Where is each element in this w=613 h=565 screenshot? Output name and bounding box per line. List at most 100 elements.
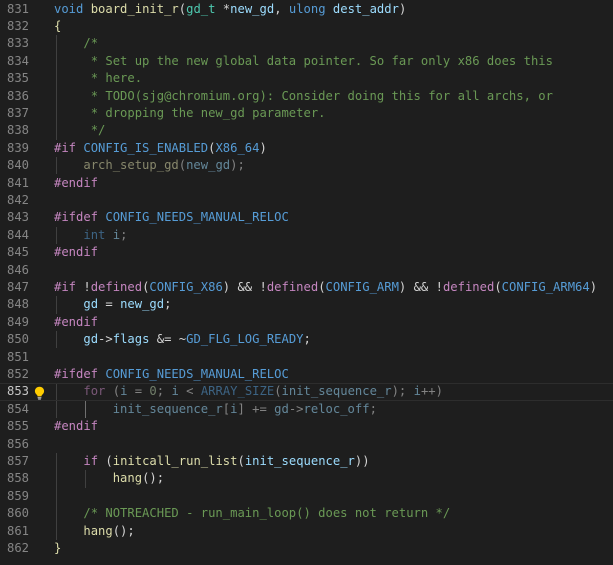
code-token: new_gd <box>230 1 275 16</box>
line-number: 848 <box>6 297 29 312</box>
code-line[interactable]: 833 /* <box>0 35 613 52</box>
code-line[interactable]: 832 { <box>0 18 613 35</box>
code-line[interactable]: 845 #endif <box>0 244 613 261</box>
code-token: ; <box>164 297 172 312</box>
code-text: #endif <box>54 314 98 331</box>
code-line[interactable]: 837 * dropping the new_gd parameter. <box>0 105 613 122</box>
code-token: ) <box>259 140 267 155</box>
code-token: init_sequence_r <box>281 384 392 399</box>
code-line[interactable]: 862} <box>0 540 613 557</box>
code-token: ++) <box>420 384 443 399</box>
code-token: ( <box>237 453 245 468</box>
line-number: 853 <box>6 384 29 399</box>
code-token: ) <box>589 279 598 294</box>
code-token: = <box>127 384 150 399</box>
code-token: ; <box>369 401 377 416</box>
code-token: i <box>171 384 179 399</box>
code-token: #ifdef <box>54 210 99 225</box>
line-number: 834 <box>6 53 29 68</box>
line-number: 861 <box>6 523 29 538</box>
code-line[interactable]: 835 * here. <box>0 70 613 87</box>
code-text: #ifdef CONFIG_NEEDS_MANUAL_RELOC <box>54 366 289 383</box>
code-token: ); <box>391 384 414 399</box>
code-token: gd_t <box>186 1 216 16</box>
code-line[interactable]: 848 gd = new_gd; <box>0 296 613 313</box>
line-number: 854 <box>6 401 29 416</box>
code-token: flags <box>112 332 150 347</box>
code-text: if (initcall_run_list(init_sequence_r)) <box>54 453 369 470</box>
code-line[interactable]: 844 int i; <box>0 227 613 244</box>
code-token: if <box>83 453 99 468</box>
line-number: 837 <box>6 105 29 120</box>
code-line[interactable]: 846 <box>0 262 613 279</box>
code-line[interactable]: 841 #endif <box>0 175 613 192</box>
code-line[interactable]: 842 <box>0 192 613 209</box>
code-line[interactable]: 850 gd->flags &= ~GD_FLG_LOG_READY; <box>0 331 613 348</box>
code-token: < <box>178 384 201 399</box>
code-editor[interactable]: 831 void board_init_r(gd_t *new_gd, ulong… <box>0 0 613 565</box>
code-text: hang(); <box>54 523 135 540</box>
line-number: 842 <box>6 192 29 207</box>
code-token: #if <box>54 279 77 294</box>
code-line[interactable]: 834 * Set up the new global data pointer… <box>0 53 613 70</box>
code-line[interactable]: 853 for (i = 0; i < ARRAY_SIZE(init_sequ… <box>0 383 613 401</box>
code-line[interactable]: 857 if (initcall_run_list(init_sequence_… <box>0 453 613 470</box>
code-token: -> <box>288 401 304 416</box>
code-line[interactable]: 856 <box>0 436 613 453</box>
line-number: 844 <box>6 227 29 242</box>
code-line[interactable]: 843 #ifdef CONFIG_NEEDS_MANUAL_RELOC <box>0 209 613 226</box>
code-line[interactable]: 847 #if !defined(CONFIG_X86) && !defined(… <box>0 279 613 296</box>
code-token: -> <box>98 332 113 347</box>
code-token: * TODO(sjg@chromium.org): Consider doing… <box>83 88 553 103</box>
line-number: 833 <box>6 36 29 51</box>
code-text: * TODO(sjg@chromium.org): Consider doing… <box>54 88 553 105</box>
lightbulb-icon[interactable] <box>34 386 45 400</box>
code-token: #endif <box>54 314 99 329</box>
code-text: /* <box>54 35 98 52</box>
line-number: 835 <box>6 71 29 86</box>
line-number: 838 <box>6 123 29 138</box>
line-number: 846 <box>6 262 29 277</box>
code-line[interactable]: 840 arch_setup_gd(new_gd); <box>0 157 613 174</box>
code-line[interactable]: 861 hang(); <box>0 523 613 540</box>
line-number: 862 <box>6 540 29 555</box>
code-token: /* <box>83 36 99 51</box>
code-line[interactable]: 852 #ifdef CONFIG_NEEDS_MANUAL_RELOC <box>0 366 613 383</box>
code-line[interactable]: 858 hang(); <box>0 470 613 487</box>
code-text: int i; <box>54 227 127 244</box>
code-line[interactable]: 851 <box>0 349 613 366</box>
code-token: new_gd <box>186 158 231 173</box>
code-token: ) && ! <box>222 279 267 294</box>
code-line[interactable]: 839 #if CONFIG_IS_ENABLED(X86_64) <box>0 140 613 157</box>
code-token: (); <box>112 523 135 538</box>
code-token: i <box>112 227 121 242</box>
code-line[interactable]: 859 <box>0 488 613 505</box>
code-token: init_sequence_r <box>244 453 355 468</box>
code-line[interactable]: 860 /* NOTREACHED - run_main_loop() does… <box>0 505 613 522</box>
code-text: arch_setup_gd(new_gd); <box>54 157 244 174</box>
code-token: #endif <box>54 175 99 190</box>
code-token: board_init_r <box>90 1 179 16</box>
code-token: ( <box>318 279 326 294</box>
code-line[interactable]: 836 * TODO(sjg@chromium.org): Consider d… <box>0 88 613 105</box>
code-token: new_gd <box>120 297 165 312</box>
code-text: #ifdef CONFIG_NEEDS_MANUAL_RELOC <box>54 209 289 226</box>
code-line[interactable]: 849 #endif <box>0 314 613 331</box>
code-token: ] += <box>237 401 275 416</box>
line-number: 831 <box>6 1 29 16</box>
code-token: CONFIG_NEEDS_MANUAL_RELOC <box>105 366 289 381</box>
code-line[interactable]: 855 #endif <box>0 418 613 435</box>
code-token: , <box>274 1 289 16</box>
code-text: #endif <box>54 418 98 435</box>
code-token: (); <box>142 471 165 486</box>
code-line[interactable]: 838 */ <box>0 122 613 139</box>
code-line[interactable]: 831 void board_init_r(gd_t *new_gd, ulong… <box>0 1 613 18</box>
code-token: ulong <box>288 1 326 16</box>
code-line[interactable]: 854 init_sequence_r[i] += gd->reloc_off; <box>0 401 613 418</box>
